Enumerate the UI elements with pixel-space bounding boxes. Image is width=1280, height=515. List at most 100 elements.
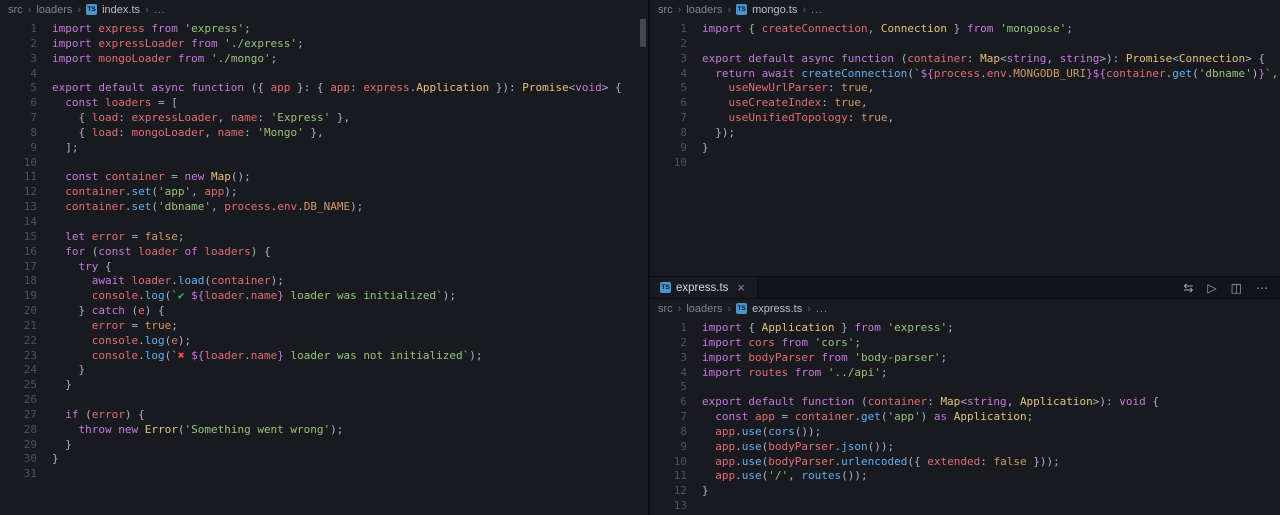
code-line[interactable]: 2 import cors from 'cors'; xyxy=(650,336,1280,351)
breadcrumb-item-loaders[interactable]: loaders xyxy=(686,4,722,16)
code-line[interactable]: 14 xyxy=(0,215,648,230)
line-number[interactable]: 9 xyxy=(650,141,687,156)
code-line[interactable]: 30} xyxy=(0,452,648,467)
breadcrumb-symbol-tail[interactable]: ... xyxy=(816,303,828,315)
line-number[interactable]: 7 xyxy=(0,111,37,126)
code-line[interactable]: 7 const app = container.get('app') as Ap… xyxy=(650,410,1280,425)
line-number[interactable]: 15 xyxy=(0,230,37,245)
line-number[interactable]: 3 xyxy=(650,351,687,366)
code-line[interactable]: 9} xyxy=(650,141,1280,156)
line-number[interactable]: 11 xyxy=(650,469,687,484)
breadcrumb-item-src[interactable]: src xyxy=(8,4,23,16)
code-line[interactable]: 23 console.log(`✖ ${loader.name} loader … xyxy=(0,349,648,364)
line-number[interactable]: 6 xyxy=(0,96,37,111)
code-line[interactable]: 13 xyxy=(650,499,1280,514)
code-line[interactable]: 24 } xyxy=(0,363,648,378)
line-number[interactable]: 11 xyxy=(0,170,37,185)
code-line[interactable]: 13 container.set('dbname', process.env.D… xyxy=(0,200,648,215)
line-number[interactable]: 18 xyxy=(0,274,37,289)
code-line[interactable]: 11 app.use('/', routes()); xyxy=(650,469,1280,484)
line-number[interactable]: 7 xyxy=(650,111,687,126)
line-number[interactable]: 3 xyxy=(650,52,687,67)
tab-express-ts[interactable]: TS express.ts × xyxy=(650,277,759,298)
code-line[interactable]: 5 useNewUrlParser: true, xyxy=(650,81,1280,96)
line-number[interactable]: 8 xyxy=(650,425,687,440)
line-number[interactable]: 13 xyxy=(650,499,687,514)
code-line[interactable]: 20 } catch (e) { xyxy=(0,304,648,319)
line-number[interactable]: 9 xyxy=(650,440,687,455)
line-number[interactable]: 19 xyxy=(0,289,37,304)
code-line[interactable]: 4 return await createConnection(`${proce… xyxy=(650,67,1280,82)
breadcrumb-file-name[interactable]: express.ts xyxy=(752,303,802,315)
line-number[interactable]: 7 xyxy=(650,410,687,425)
line-number[interactable]: 4 xyxy=(650,67,687,82)
code-line[interactable]: 10 xyxy=(650,156,1280,171)
line-number[interactable]: 5 xyxy=(650,380,687,395)
line-number[interactable]: 24 xyxy=(0,363,37,378)
line-number[interactable]: 13 xyxy=(0,200,37,215)
line-number[interactable]: 28 xyxy=(0,423,37,438)
code-line[interactable]: 25 } xyxy=(0,378,648,393)
code-line[interactable]: 8 }); xyxy=(650,126,1280,141)
breadcrumb-symbol-tail[interactable]: ... xyxy=(154,4,166,16)
open-changes-icon[interactable]: ⇆ xyxy=(1183,282,1193,294)
line-number[interactable]: 3 xyxy=(0,52,37,67)
code-line[interactable]: 27 if (error) { xyxy=(0,408,648,423)
line-number[interactable]: 4 xyxy=(650,366,687,381)
code-line[interactable]: 3 import bodyParser from 'body-parser'; xyxy=(650,351,1280,366)
code-line[interactable]: 19 console.log(`✔ ${loader.name} loader … xyxy=(0,289,648,304)
line-number[interactable]: 25 xyxy=(0,378,37,393)
code-line[interactable]: 1 import { Application } from 'express'; xyxy=(650,321,1280,336)
code-line[interactable]: 2 import expressLoader from './express'; xyxy=(0,37,648,52)
code-line[interactable]: 1 import express from 'express'; xyxy=(0,22,648,37)
code-line[interactable]: 18 await loader.load(container); xyxy=(0,274,648,289)
breadcrumb-symbol-tail[interactable]: ... xyxy=(811,4,823,16)
line-number[interactable]: 16 xyxy=(0,245,37,260)
line-number[interactable]: 10 xyxy=(650,156,687,171)
line-number[interactable]: 26 xyxy=(0,393,37,408)
code-line[interactable]: 31 xyxy=(0,467,648,482)
code-line[interactable]: 7 { load: expressLoader, name: 'Express'… xyxy=(0,111,648,126)
vertical-scrollbar[interactable] xyxy=(640,19,646,47)
line-number[interactable]: 5 xyxy=(0,81,37,96)
line-number[interactable]: 12 xyxy=(650,484,687,499)
code-line[interactable]: 6 const loaders = [ xyxy=(0,96,648,111)
code-line[interactable]: 15 let error = false; xyxy=(0,230,648,245)
line-number[interactable]: 17 xyxy=(0,260,37,275)
code-line[interactable]: 21 error = true; xyxy=(0,319,648,334)
line-number[interactable]: 2 xyxy=(0,37,37,52)
run-icon[interactable]: ▷ xyxy=(1207,282,1216,294)
line-number[interactable]: 6 xyxy=(650,395,687,410)
code-line[interactable]: 4 xyxy=(0,67,648,82)
line-number[interactable]: 12 xyxy=(0,185,37,200)
code-line[interactable]: 3 export default async function (containe… xyxy=(650,52,1280,67)
code-line[interactable]: 8 { load: mongoLoader, name: 'Mongo' }, xyxy=(0,126,648,141)
code-line[interactable]: 5 export default async function ({ app }:… xyxy=(0,81,648,96)
line-number[interactable]: 31 xyxy=(0,467,37,482)
code-line[interactable]: 9 app.use(bodyParser.json()); xyxy=(650,440,1280,455)
breadcrumb-file-name[interactable]: mongo.ts xyxy=(752,4,797,16)
line-number[interactable]: 21 xyxy=(0,319,37,334)
code-line[interactable]: 6 useCreateIndex: true, xyxy=(650,96,1280,111)
code-line[interactable]: 2 xyxy=(650,37,1280,52)
breadcrumb-file-name[interactable]: index.ts xyxy=(102,4,140,16)
line-number[interactable]: 8 xyxy=(650,126,687,141)
line-number[interactable]: 6 xyxy=(650,96,687,111)
code-line[interactable]: 26 xyxy=(0,393,648,408)
line-number[interactable]: 9 xyxy=(0,141,37,156)
line-number[interactable]: 14 xyxy=(0,215,37,230)
line-number[interactable]: 2 xyxy=(650,336,687,351)
code-line[interactable]: 17 try { xyxy=(0,260,648,275)
code-line[interactable]: 6 export default function (container: Map… xyxy=(650,395,1280,410)
breadcrumb-item-loaders[interactable]: loaders xyxy=(686,303,722,315)
split-editor-icon[interactable]: ◫ xyxy=(1231,282,1242,294)
line-number[interactable]: 1 xyxy=(650,321,687,336)
line-number[interactable]: 22 xyxy=(0,334,37,349)
line-number[interactable]: 10 xyxy=(0,156,37,171)
line-number[interactable]: 4 xyxy=(0,67,37,82)
line-number[interactable]: 8 xyxy=(0,126,37,141)
line-number[interactable]: 27 xyxy=(0,408,37,423)
line-number[interactable]: 1 xyxy=(0,22,37,37)
close-icon[interactable]: × xyxy=(735,281,747,294)
code-line[interactable]: 4 import routes from '../api'; xyxy=(650,366,1280,381)
